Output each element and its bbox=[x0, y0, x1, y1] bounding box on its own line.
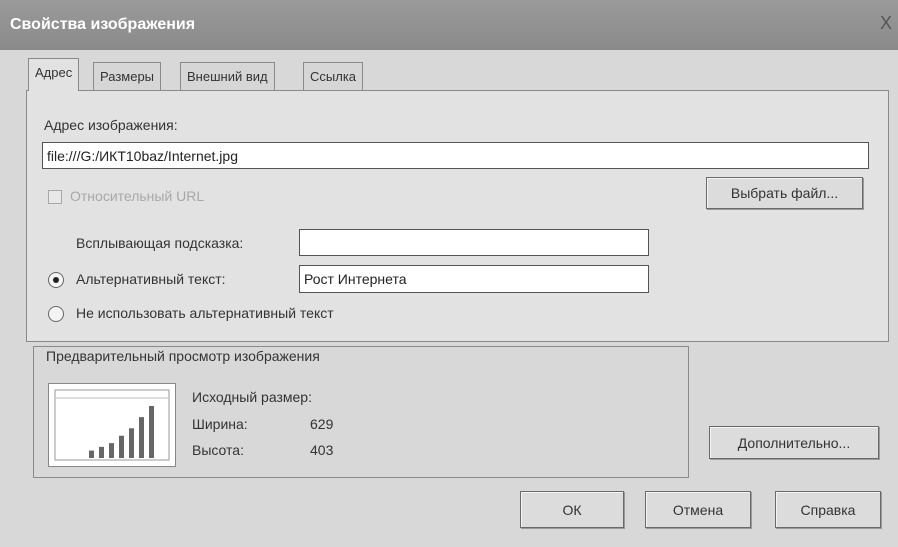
no-alt-text-radio[interactable] bbox=[48, 306, 64, 322]
original-size-label: Исходный размер: bbox=[192, 389, 312, 405]
tooltip-input[interactable] bbox=[299, 229, 649, 256]
advanced-button[interactable]: Дополнительно... bbox=[709, 426, 879, 459]
title-bar: Свойства изображения X bbox=[0, 0, 898, 50]
thumbnail-bar bbox=[89, 450, 94, 458]
thumbnail-chart-icon bbox=[54, 389, 170, 461]
alt-text-radio[interactable] bbox=[48, 272, 64, 288]
tooltip-label: Всплывающая подсказка: bbox=[76, 235, 244, 251]
close-icon[interactable]: X bbox=[877, 14, 895, 32]
tab-address[interactable]: Адрес bbox=[28, 58, 80, 91]
thumbnail-bar bbox=[99, 446, 104, 458]
thumbnail-bar bbox=[139, 417, 144, 458]
preview-title: Предварительный просмотр изображения bbox=[44, 348, 322, 364]
window-title: Свойства изображения bbox=[10, 16, 196, 33]
radio-selected-dot bbox=[53, 277, 59, 283]
width-value: 629 bbox=[310, 416, 334, 432]
tab-sizes[interactable]: Размеры bbox=[93, 62, 162, 90]
tab-appearance[interactable]: Внешний вид bbox=[180, 62, 275, 90]
height-label: Высота: bbox=[192, 442, 244, 458]
help-button[interactable]: Справка bbox=[775, 491, 881, 528]
no-alt-text-label: Не использовать альтернативный текст bbox=[76, 305, 334, 321]
alt-text-label: Альтернативный текст: bbox=[76, 271, 226, 287]
image-address-label: Адрес изображения: bbox=[44, 117, 178, 133]
thumbnail-bar bbox=[149, 406, 154, 458]
height-value: 403 bbox=[310, 442, 334, 458]
cancel-button[interactable]: Отмена bbox=[645, 491, 751, 528]
thumbnail-bar bbox=[119, 435, 124, 458]
relative-url-checkbox[interactable] bbox=[48, 190, 62, 204]
ok-button[interactable]: ОК bbox=[520, 491, 624, 528]
choose-file-button[interactable]: Выбрать файл... bbox=[706, 177, 863, 209]
image-thumbnail bbox=[48, 383, 176, 467]
relative-url-label: Относительный URL bbox=[70, 188, 205, 204]
thumbnail-bar bbox=[109, 443, 114, 458]
width-label: Ширина: bbox=[192, 416, 248, 432]
tab-link[interactable]: Ссылка bbox=[303, 62, 364, 90]
alt-text-input[interactable] bbox=[299, 265, 649, 293]
image-address-input[interactable] bbox=[42, 142, 869, 169]
thumbnail-bar bbox=[129, 428, 134, 458]
